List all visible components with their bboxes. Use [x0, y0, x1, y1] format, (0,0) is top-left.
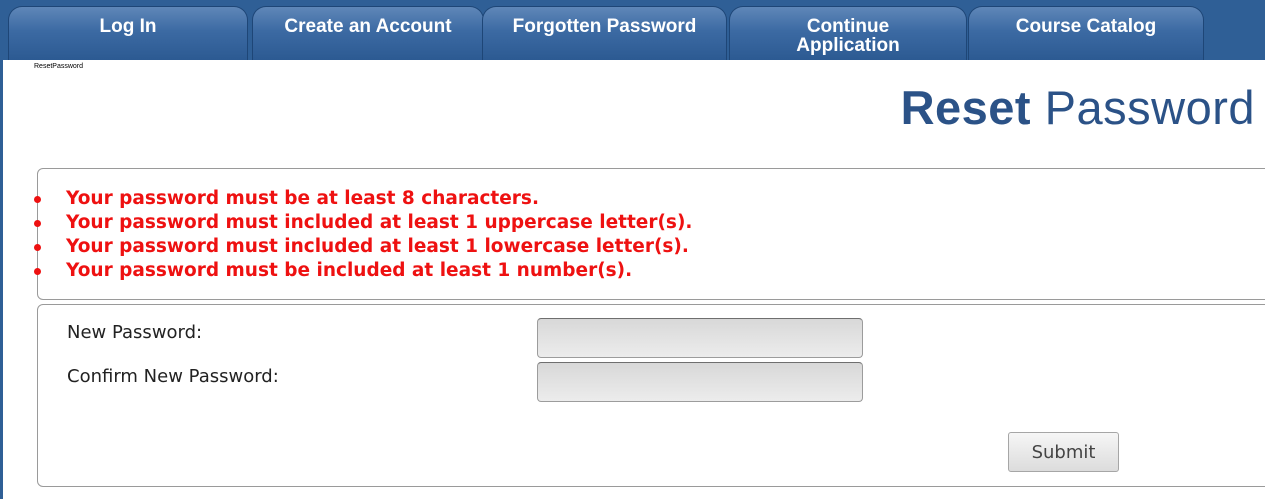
confirm-password-label: Confirm New Password:: [67, 366, 279, 387]
tab-course-catalog-label: Course Catalog: [1015, 16, 1157, 37]
tab-forgotten-password-label: Forgotten Password: [512, 16, 697, 37]
page-title-rest: Password: [1031, 81, 1255, 134]
tab-continue-application[interactable]: Continue Application: [729, 6, 967, 60]
error-item: Your password must included at least 1 u…: [33, 211, 692, 235]
error-item: Your password must be included at least …: [33, 259, 692, 283]
page-title-bold: Reset: [900, 81, 1032, 134]
tab-create-account-label: Create an Account: [284, 16, 452, 37]
breadcrumb: ResetPassword: [34, 63, 84, 70]
new-password-label: New Password:: [67, 322, 203, 343]
error-item: Your password must included at least 1 l…: [33, 235, 692, 259]
new-password-field[interactable]: [537, 318, 863, 358]
page-title: Reset Password: [901, 80, 1255, 135]
tab-forgotten-password[interactable]: Forgotten Password: [482, 6, 727, 60]
tab-log-in-label: Log In: [99, 16, 157, 37]
top-nav-bar: Log In Create an Account Forgotten Passw…: [0, 0, 1265, 60]
tab-create-account[interactable]: Create an Account: [252, 6, 484, 60]
tab-log-in[interactable]: Log In: [8, 6, 248, 60]
tab-continue-label-line2: Application: [796, 35, 900, 56]
tab-continue-label-line1: Continue: [806, 16, 890, 37]
confirm-password-field[interactable]: [537, 362, 863, 402]
tab-course-catalog[interactable]: Course Catalog: [968, 6, 1204, 60]
error-item: Your password must be at least 8 charact…: [33, 187, 692, 211]
error-list: Your password must be at least 8 charact…: [33, 187, 692, 283]
submit-button[interactable]: Submit: [1008, 432, 1119, 472]
